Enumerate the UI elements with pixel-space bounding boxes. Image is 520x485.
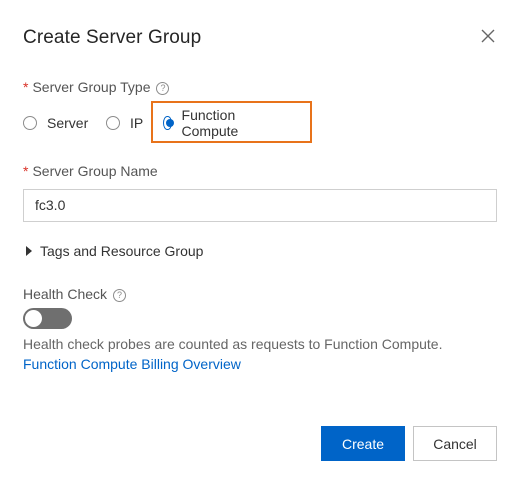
health-check-description-text: Health check probes are counted as reque…	[23, 336, 443, 352]
radio-label: Server	[47, 115, 89, 131]
radio-label: IP	[130, 115, 144, 131]
server-group-type-label: * Server Group Type?	[23, 79, 170, 95]
health-check-switch[interactable]	[23, 308, 72, 329]
help-icon[interactable]: ?	[156, 82, 170, 95]
health-check-description: Health check probes are counted as reque…	[23, 334, 493, 374]
create-button[interactable]: Create	[321, 426, 405, 461]
health-check-label: Health Check?	[23, 286, 127, 302]
health-check-text: Health Check	[23, 286, 108, 302]
billing-overview-link[interactable]: Function Compute Billing Overview	[23, 356, 241, 372]
create-server-group-dialog: Create Server Group * Server Group Type? …	[0, 0, 520, 485]
required-mark: *	[23, 163, 29, 179]
close-icon[interactable]	[479, 27, 497, 45]
server-group-type-text: Server Group Type	[32, 79, 151, 95]
server-group-name-text: Server Group Name	[32, 163, 158, 179]
caret-right-icon	[26, 246, 32, 256]
radio-server[interactable]: Server	[23, 113, 88, 133]
radio-ip[interactable]: IP	[106, 113, 143, 133]
tags-resource-group-toggle[interactable]: Tags and Resource Group	[23, 243, 203, 259]
cancel-button[interactable]: Cancel	[413, 426, 497, 461]
tags-resource-group-label: Tags and Resource Group	[40, 243, 204, 259]
server-group-name-label: * Server Group Name	[23, 163, 158, 179]
radio-circle-icon[interactable]	[106, 116, 120, 130]
radio-circle-icon[interactable]	[23, 116, 37, 130]
dialog-title: Create Server Group	[23, 27, 202, 48]
required-mark: *	[23, 79, 29, 95]
help-icon[interactable]: ?	[113, 289, 127, 302]
highlight-box	[151, 101, 312, 143]
switch-knob	[25, 310, 42, 327]
server-group-name-input[interactable]: fc3.0	[23, 189, 497, 222]
